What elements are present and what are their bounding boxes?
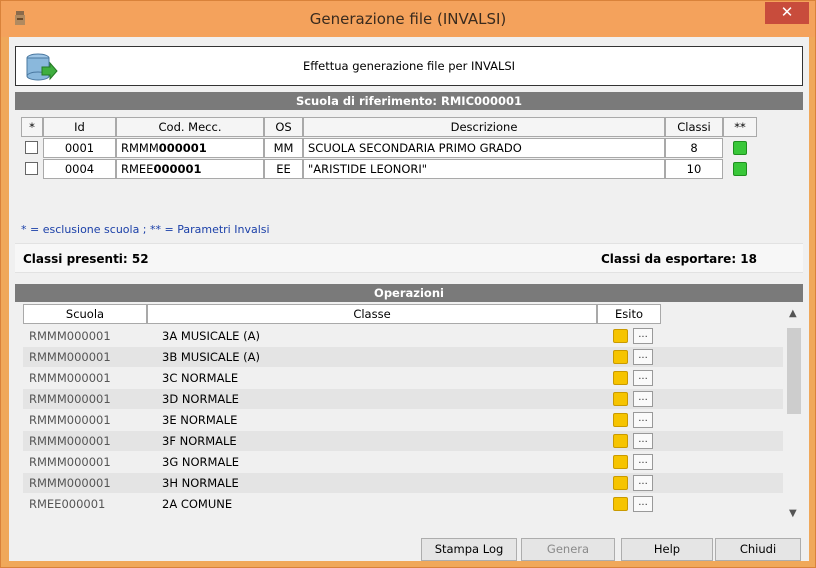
school-code: RMEE000001 [29, 497, 106, 511]
code-prefix: RMMM [121, 141, 159, 155]
result-details-button[interactable]: ... [633, 412, 653, 428]
table-row[interactable]: RMMM000001 3G NORMALE... [23, 452, 783, 472]
header-panel: Effettua generazione file per INVALSI [15, 46, 803, 86]
table-row[interactable]: RMMM000001 3H NORMALE... [23, 473, 783, 493]
table-row[interactable]: RMMM000001 3D NORMALE... [23, 389, 783, 409]
title-bar[interactable]: Generazione file (INVALSI) ✕ [1, 1, 815, 37]
school-section-title: Scuola di riferimento: RMIC000001 [15, 92, 803, 110]
scroll-thumb[interactable] [787, 328, 801, 414]
code-cell: RMMM000001 [116, 138, 264, 158]
result-status-icon [613, 434, 628, 448]
code-suffix: 000001 [158, 141, 207, 155]
generate-button[interactable]: Genera [521, 538, 615, 561]
stats-bar: Classi presenti: 52 Classi da esportare:… [15, 243, 803, 273]
params-cell [723, 138, 757, 158]
column-header[interactable]: Scuola [23, 304, 147, 324]
school-code: RMMM000001 [29, 434, 111, 448]
code-suffix: 000001 [153, 162, 202, 176]
exclude-checkbox[interactable] [25, 141, 38, 154]
result-status-icon [613, 413, 628, 427]
class-name: 3G NORMALE [162, 455, 239, 469]
table-row[interactable]: RMMM000001 3E NORMALE... [23, 410, 783, 430]
school-code: RMMM000001 [29, 413, 111, 427]
invalsi-params-status-icon[interactable] [733, 162, 747, 176]
school-code: RMMM000001 [29, 476, 111, 490]
column-header[interactable]: ** [723, 117, 757, 137]
school-code: RMMM000001 [29, 350, 111, 364]
help-button[interactable]: Help [621, 538, 713, 561]
result-status-icon [613, 350, 628, 364]
scroll-down-icon[interactable]: ▼ [789, 508, 797, 519]
column-header[interactable]: Id [43, 117, 116, 137]
result-details-button[interactable]: ... [633, 391, 653, 407]
header-text: Effettua generazione file per INVALSI [302, 59, 516, 73]
table-row[interactable]: RMMM000001 3A MUSICALE (A)... [23, 326, 783, 346]
table-row[interactable]: RMMM000001 3C NORMALE... [23, 368, 783, 388]
legend-text: * = esclusione scuola ; ** = Parametri I… [21, 223, 270, 236]
close-window-button[interactable]: ✕ [765, 2, 809, 24]
class-name: 3D NORMALE [162, 392, 239, 406]
class-name: 2A COMUNE [162, 497, 233, 511]
result-status-icon [613, 497, 628, 511]
column-header[interactable]: OS [264, 117, 303, 137]
code-prefix: RMEE [121, 162, 154, 176]
classes-cell: 10 [665, 159, 723, 179]
school-code: RMMM000001 [29, 371, 111, 385]
result-details-button[interactable]: ... [633, 475, 653, 491]
close-button[interactable]: Chiudi [715, 538, 801, 561]
result-status-icon [613, 455, 628, 469]
dialog-window: Generazione file (INVALSI) ✕ Effettua ge… [0, 0, 816, 568]
invalsi-params-status-icon[interactable] [733, 141, 747, 155]
operations-table: RMMM000001 3A MUSICALE (A)... RMMM000001 3… [23, 324, 783, 514]
school-code: RMMM000001 [29, 392, 111, 406]
classes-cell: 8 [665, 138, 723, 158]
class-name: 3E NORMALE [162, 413, 238, 427]
column-header[interactable]: Esito [597, 304, 661, 324]
result-details-button[interactable]: ... [633, 454, 653, 470]
result-status-icon [613, 329, 628, 343]
class-name: 3H NORMALE [162, 476, 239, 490]
params-cell [723, 159, 757, 179]
table-row[interactable]: RMMM000001 3F NORMALE... [23, 431, 783, 451]
class-name: 3B MUSICALE (A) [162, 350, 260, 364]
class-name: 3A MUSICALE (A) [162, 329, 260, 343]
os-cell: EE [264, 159, 303, 179]
school-code: RMMM000001 [29, 455, 111, 469]
window-title: Generazione file (INVALSI) [309, 10, 507, 28]
class-name: 3F NORMALE [162, 434, 237, 448]
table-row[interactable]: RMMM000001 3B MUSICALE (A)... [23, 347, 783, 367]
operations-scrollbar[interactable]: ▲ ▼ [785, 304, 803, 522]
result-status-icon [613, 476, 628, 490]
result-details-button[interactable]: ... [633, 433, 653, 449]
column-header[interactable]: Cod. Mecc. [116, 117, 264, 137]
exclude-cell [21, 138, 43, 158]
scroll-up-icon[interactable]: ▲ [789, 308, 797, 319]
result-details-button[interactable]: ... [633, 328, 653, 344]
class-name: 3C NORMALE [162, 371, 239, 385]
column-header[interactable]: Classi [665, 117, 723, 137]
dialog-content: Effettua generazione file per INVALSI Sc… [9, 37, 809, 561]
result-details-button[interactable]: ... [633, 496, 653, 512]
column-header[interactable]: Classe [147, 304, 597, 324]
id-cell: 0004 [43, 159, 116, 179]
os-cell: MM [264, 138, 303, 158]
classes-present-label: Classi presenti: 52 [23, 252, 149, 266]
classes-to-export-label: Classi da esportare: 18 [600, 252, 757, 266]
result-status-icon [613, 371, 628, 385]
print-log-button[interactable]: Stampa Log [421, 538, 517, 561]
exclude-checkbox[interactable] [25, 162, 38, 175]
operations-section-title: Operazioni [15, 284, 803, 302]
exclude-cell [21, 159, 43, 179]
description-cell: SCUOLA SECONDARIA PRIMO GRADO [303, 138, 665, 158]
column-header[interactable]: Descrizione [303, 117, 665, 137]
id-cell: 0001 [43, 138, 116, 158]
description-cell: "ARISTIDE LEONORI" [303, 159, 665, 179]
result-details-button[interactable]: ... [633, 370, 653, 386]
school-code: RMMM000001 [29, 329, 111, 343]
code-cell: RMEE000001 [116, 159, 264, 179]
result-details-button[interactable]: ... [633, 349, 653, 365]
column-header[interactable]: * [21, 117, 43, 137]
result-status-icon [613, 392, 628, 406]
table-row[interactable]: RMEE000001 2A COMUNE... [23, 494, 783, 514]
